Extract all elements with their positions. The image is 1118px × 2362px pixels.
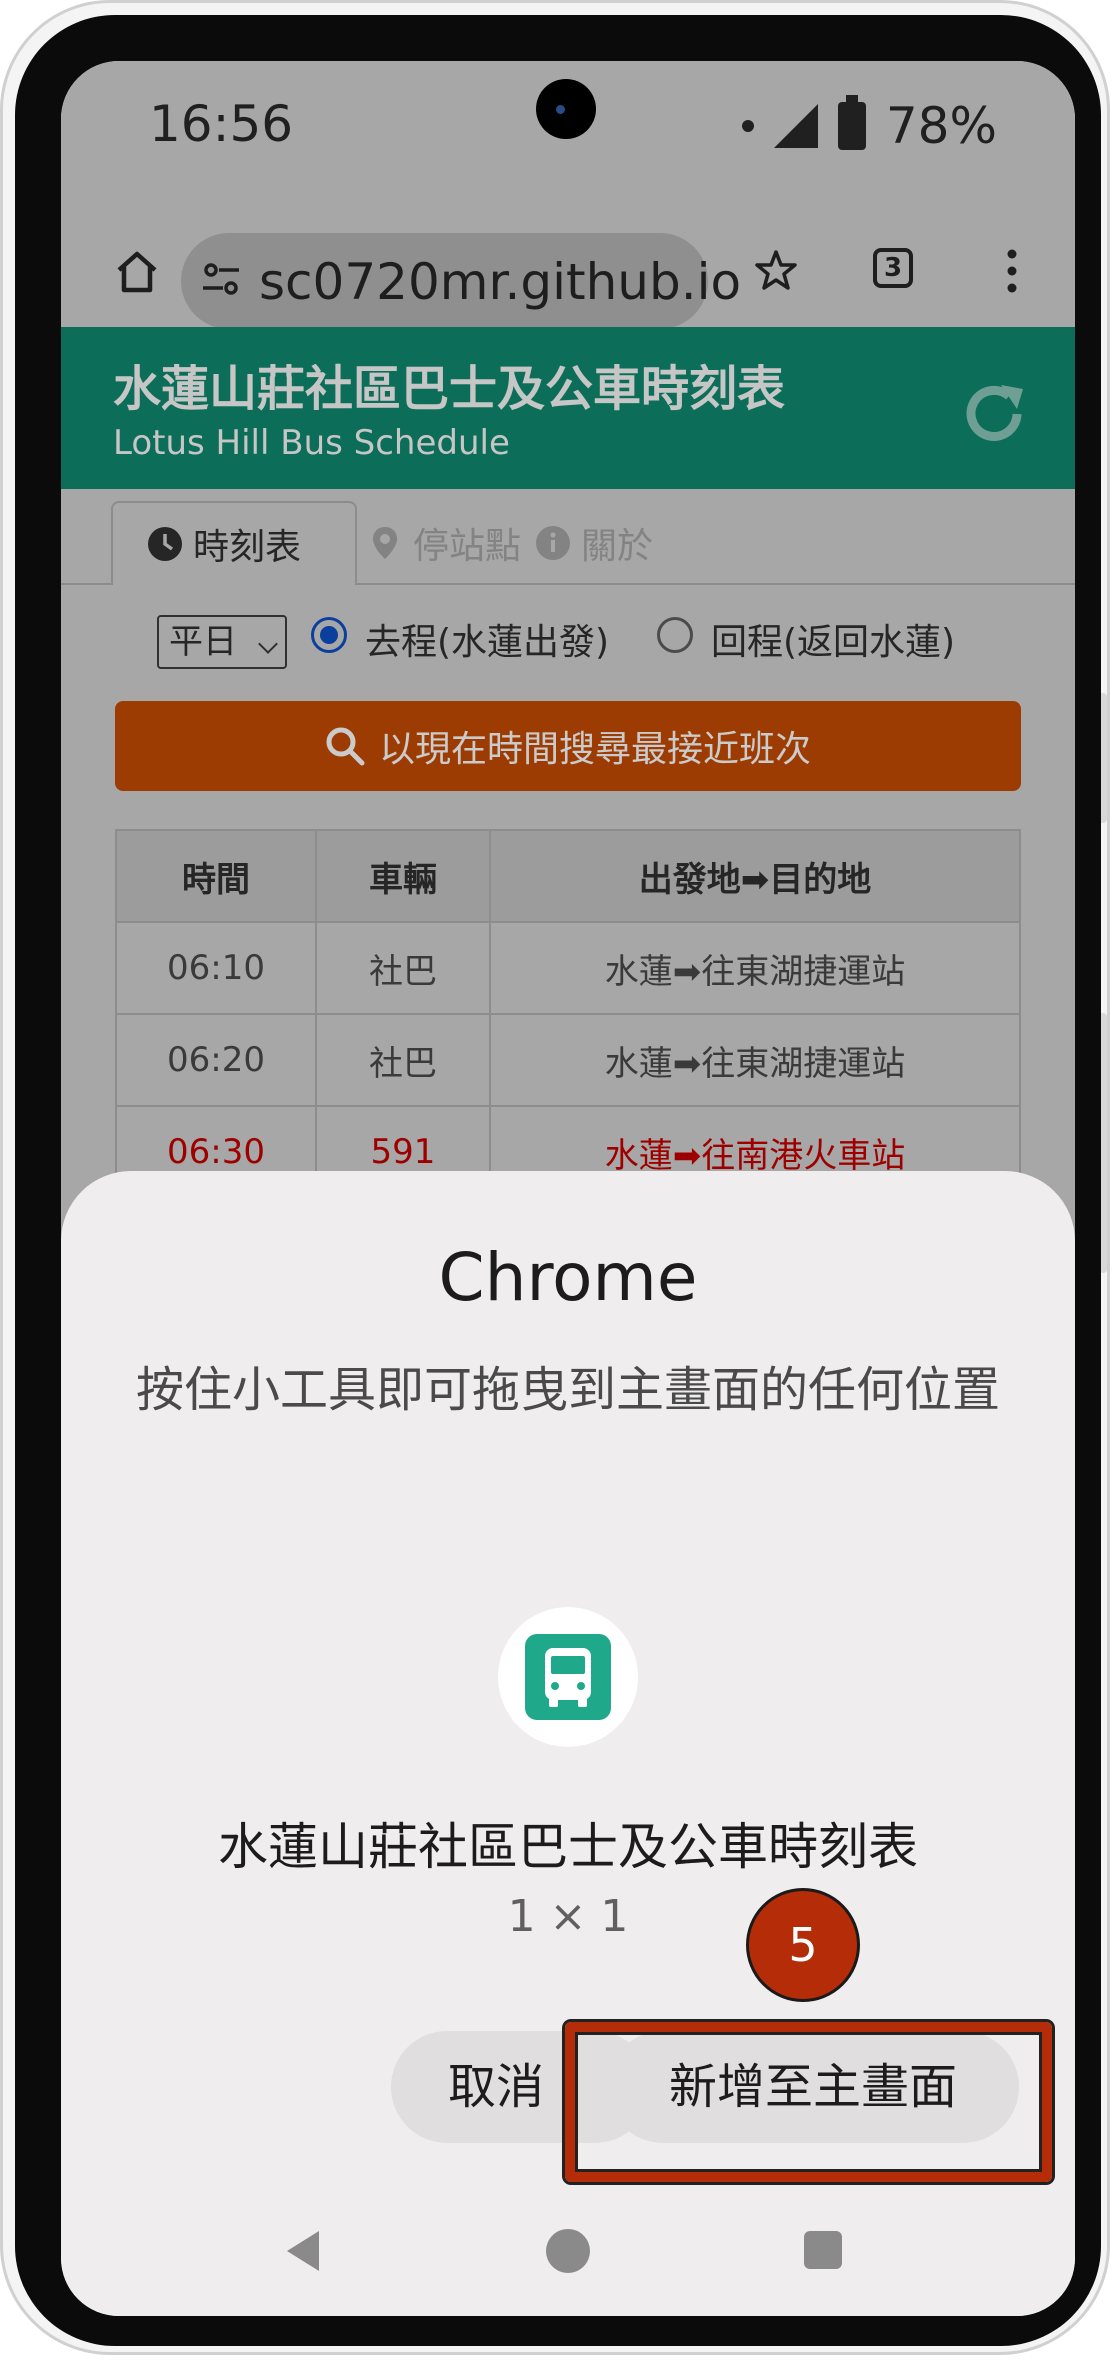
search-icon xyxy=(326,727,365,766)
bookmark-star-icon[interactable] xyxy=(754,248,798,292)
tab-label: 停站點 xyxy=(413,526,522,567)
cell-time: 06:20 xyxy=(115,1013,317,1107)
site-header: 水蓮山莊社區巴士及公車時刻表 Lotus Hill Bus Schedule xyxy=(61,327,1075,489)
day-type-value: 平日 xyxy=(169,622,237,662)
tab-label: 時刻表 xyxy=(193,527,302,568)
cell-route: 水蓮➡往東湖捷運站 xyxy=(489,1013,1021,1107)
cell-vehicle: 社巴 xyxy=(315,1013,491,1107)
radio-return[interactable] xyxy=(657,617,693,653)
schedule-table: 時間 車輛 出發地➡目的地 06:10 社巴 水蓮➡往東湖捷運站 06:20 社… xyxy=(115,829,1021,1199)
phone-frame: 16:56 78% sc0720mr.github.io 3 水蓮山莊社區巴士及… xyxy=(0,0,1110,2355)
status-icons: 78% xyxy=(741,95,997,155)
notification-dot-icon xyxy=(741,120,754,132)
battery-icon xyxy=(837,95,866,150)
back-icon[interactable] xyxy=(287,2231,319,2271)
widget-size: 1 × 1 xyxy=(507,1891,629,1942)
tab-about[interactable]: 關於 xyxy=(535,501,653,585)
column-header: 時間 xyxy=(115,829,317,923)
search-nearest-button[interactable]: 以現在時間搜尋最接近班次 xyxy=(115,701,1021,791)
site-subtitle: Lotus Hill Bus Schedule xyxy=(113,423,510,463)
cell-vehicle: 社巴 xyxy=(315,921,491,1015)
column-header: 車輛 xyxy=(315,829,491,923)
day-type-select[interactable]: 平日 xyxy=(157,615,287,669)
bus-icon xyxy=(525,1634,611,1720)
tab-label: 關於 xyxy=(581,526,654,567)
clock-icon xyxy=(148,527,182,561)
status-time: 16:56 xyxy=(149,95,294,153)
url-text[interactable]: sc0720mr.github.io xyxy=(259,253,741,311)
widget-name: 水蓮山莊社區巴士及公車時刻表 xyxy=(218,1818,918,1876)
home-icon[interactable] xyxy=(113,248,161,296)
info-icon xyxy=(536,526,570,560)
screen: 16:56 78% sc0720mr.github.io 3 水蓮山莊社區巴士及… xyxy=(61,61,1075,2316)
system-nav-bar xyxy=(61,2191,1075,2316)
map-pin-icon xyxy=(373,527,397,559)
radio-return-label[interactable]: 回程(返回水蓮) xyxy=(711,613,955,665)
site-nav-tabs: 時刻表 停站點 關於 xyxy=(61,489,1075,585)
tab-switcher-icon[interactable]: 3 xyxy=(873,248,913,288)
home-button-icon[interactable] xyxy=(546,2229,590,2273)
site-title: 水蓮山莊社區巴士及公車時刻表 xyxy=(113,361,786,417)
table-row: 06:10 社巴 水蓮➡往東湖捷運站 xyxy=(115,921,1021,1015)
annotation-highlight-box xyxy=(565,2022,1052,2182)
sheet-description: 按住小工具即可拖曳到主畫面的任何位置 xyxy=(135,1362,1000,1418)
tab-timetable[interactable]: 時刻表 xyxy=(111,501,357,585)
signal-icon xyxy=(773,104,818,148)
front-camera xyxy=(536,79,596,139)
overflow-menu-icon[interactable] xyxy=(1007,248,1017,294)
site-settings-icon[interactable] xyxy=(199,257,243,301)
radio-outbound[interactable] xyxy=(311,617,347,653)
table-header-row: 時間 車輛 出發地➡目的地 xyxy=(115,829,1021,923)
chevron-down-icon xyxy=(258,634,278,654)
widget-preview[interactable] xyxy=(498,1607,638,1747)
radio-outbound-label[interactable]: 去程(水蓮出發) xyxy=(365,613,609,665)
phone-bezel: 16:56 78% sc0720mr.github.io 3 水蓮山莊社區巴士及… xyxy=(15,15,1101,2346)
recents-icon[interactable] xyxy=(804,2231,842,2269)
browser-toolbar: sc0720mr.github.io 3 xyxy=(61,211,1075,331)
cell-time: 06:10 xyxy=(115,921,317,1015)
search-button-label: 以現在時間搜尋最接近班次 xyxy=(378,729,811,770)
refresh-icon[interactable] xyxy=(957,377,1031,451)
status-bar: 16:56 78% xyxy=(61,61,1075,211)
address-bar[interactable]: sc0720mr.github.io xyxy=(181,233,741,329)
tab-stops[interactable]: 停站點 xyxy=(367,501,521,585)
column-header: 出發地➡目的地 xyxy=(489,829,1021,923)
table-row: 06:20 社巴 水蓮➡往東湖捷運站 xyxy=(115,1013,1021,1107)
battery-percent: 78% xyxy=(885,97,997,155)
direction-controls: 平日 去程(水蓮出發) 回程(返回水蓮) xyxy=(61,603,1075,683)
sheet-title: Chrome xyxy=(438,1239,698,1316)
cell-route: 水蓮➡往東湖捷運站 xyxy=(489,921,1021,1015)
web-page: 16:56 78% sc0720mr.github.io 3 水蓮山莊社區巴士及… xyxy=(61,61,1075,1261)
step-badge: 5 xyxy=(746,1888,860,2002)
